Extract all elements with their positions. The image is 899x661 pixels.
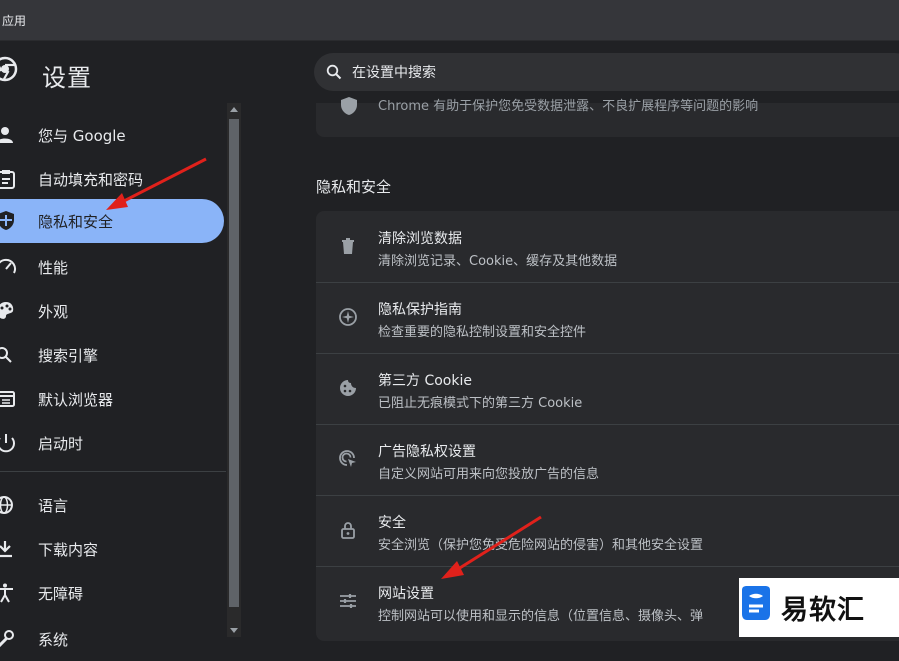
annotation-arrow-site-settings: [441, 515, 542, 579]
sidebar-item-label: 无障碍: [38, 585, 84, 603]
sidebar-item-label: 性能: [38, 259, 69, 277]
sidebar-item-performance[interactable]: 性能: [0, 245, 224, 289]
sidebar-item-label: 默认浏览器: [38, 391, 114, 409]
sidebar-item-search-engine[interactable]: 搜索引擎: [0, 333, 224, 377]
row-divider: [316, 353, 899, 354]
wrench-icon: [0, 630, 14, 648]
person-icon: [0, 127, 13, 143]
app-label: 应用: [2, 14, 27, 28]
row-subtitle: 自定义网站可用来向您投放广告的信息: [378, 467, 600, 482]
sidebar-item-appearance[interactable]: 外观: [0, 289, 224, 333]
cookie-icon: [340, 380, 356, 396]
clipboard-icon: [0, 170, 15, 189]
sidebar-item-label: 您与 Google: [38, 127, 126, 145]
shield-icon: [0, 211, 14, 230]
download-icon: [0, 541, 12, 558]
row-privacy-guide[interactable]: 隐私保护指南 检查重要的隐私控制设置和安全控件: [316, 282, 899, 353]
scrollbar-thumb[interactable]: [229, 119, 239, 607]
accessibility-icon: [0, 583, 13, 603]
safety-check-card: Chrome 有助于保护您免受数据泄露、不良扩展程序等问题的影响: [316, 97, 899, 137]
section-title: 隐私和安全: [316, 178, 392, 196]
search-icon: [0, 347, 12, 363]
row-divider: [316, 282, 899, 283]
scroll-up-arrow-icon[interactable]: [230, 107, 238, 112]
lock-icon: [341, 522, 355, 539]
sidebar-scrollbar[interactable]: [227, 103, 241, 637]
sidebar-item-accessibility[interactable]: 无障碍: [0, 571, 224, 615]
sidebar-item-label: 启动时: [38, 435, 84, 453]
search-icon: [326, 64, 342, 80]
sidebar-item-label: 语言: [38, 497, 69, 515]
scroll-down-arrow-icon[interactable]: [230, 628, 238, 633]
sidebar-item-label: 外观: [38, 303, 69, 321]
browser-icon: [0, 391, 15, 407]
row-title: 广告隐私权设置: [378, 444, 476, 460]
row-divider: [316, 424, 899, 425]
palette-icon: [0, 302, 14, 319]
privacy-settings-card: 清除浏览数据 清除浏览记录、Cookie、缓存及其他数据 隐私保护指南 检查重要…: [316, 211, 899, 641]
watermark-logo-icon: [742, 586, 770, 620]
trash-icon: [342, 238, 354, 254]
row-subtitle: 清除浏览记录、Cookie、缓存及其他数据: [378, 254, 618, 269]
sidebar-item-system[interactable]: 系统: [0, 617, 224, 661]
speedometer-icon: [0, 258, 16, 274]
annotation-arrow-privacy: [106, 157, 207, 210]
watermark: 易软汇: [739, 578, 899, 637]
sidebar-item-on-startup[interactable]: 启动时: [0, 421, 224, 465]
power-icon: [0, 434, 15, 453]
sliders-icon: [340, 594, 356, 608]
row-title: 网站设置: [378, 586, 434, 602]
sidebar-item-default-browser[interactable]: 默认浏览器: [0, 377, 224, 421]
sidebar-item-label: 搜索引擎: [38, 347, 99, 365]
ad-privacy-icon: [339, 450, 356, 467]
globe-icon: [0, 496, 13, 514]
row-title: 第三方 Cookie: [378, 373, 472, 389]
window-titlebar: 应用: [0, 0, 899, 41]
shield-icon: [341, 97, 357, 115]
search-input[interactable]: [350, 53, 874, 93]
row-subtitle: 检查重要的隐私控制设置和安全控件: [378, 325, 587, 340]
main-content: Chrome 有助于保护您免受数据泄露、不良扩展程序等问题的影响 隐私和安全 清…: [242, 97, 899, 641]
row-ad-privacy[interactable]: 广告隐私权设置 自定义网站可用来向您投放广告的信息: [316, 424, 899, 495]
page-title: 设置: [42, 64, 92, 92]
sidebar-item-label: 下载内容: [38, 541, 99, 559]
row-subtitle: 控制网站可以使用和显示的信息（位置信息、摄像头、弹: [378, 609, 704, 624]
safety-check-text: Chrome 有助于保护您免受数据泄露、不良扩展程序等问题的影响: [378, 99, 759, 114]
search-box[interactable]: [314, 53, 899, 93]
row-subtitle: 已阻止无痕模式下的第三方 Cookie: [378, 396, 583, 411]
watermark-text: 易软汇: [781, 595, 865, 626]
sidebar-item-downloads[interactable]: 下载内容: [0, 527, 224, 571]
sidebar-divider: [0, 471, 226, 472]
row-clear-browsing-data[interactable]: 清除浏览数据 清除浏览记录、Cookie、缓存及其他数据: [316, 211, 899, 282]
compass-icon: [339, 308, 357, 326]
sidebar-item-languages[interactable]: 语言: [0, 483, 224, 527]
sidebar-item-label: 系统: [38, 631, 69, 649]
chrome-logo-icon: [0, 56, 18, 82]
row-security[interactable]: 安全 安全浏览（保护您免受危险网站的侵害）和其他安全设置: [316, 495, 899, 566]
row-third-party-cookies[interactable]: 第三方 Cookie 已阻止无痕模式下的第三方 Cookie: [316, 353, 899, 424]
row-divider: [316, 566, 899, 567]
sidebar-item-you-and-google[interactable]: 您与 Google: [0, 113, 224, 157]
row-title: 清除浏览数据: [378, 231, 462, 247]
row-title: 安全: [378, 515, 406, 531]
row-title: 隐私保护指南: [378, 302, 462, 318]
row-divider: [316, 495, 899, 496]
